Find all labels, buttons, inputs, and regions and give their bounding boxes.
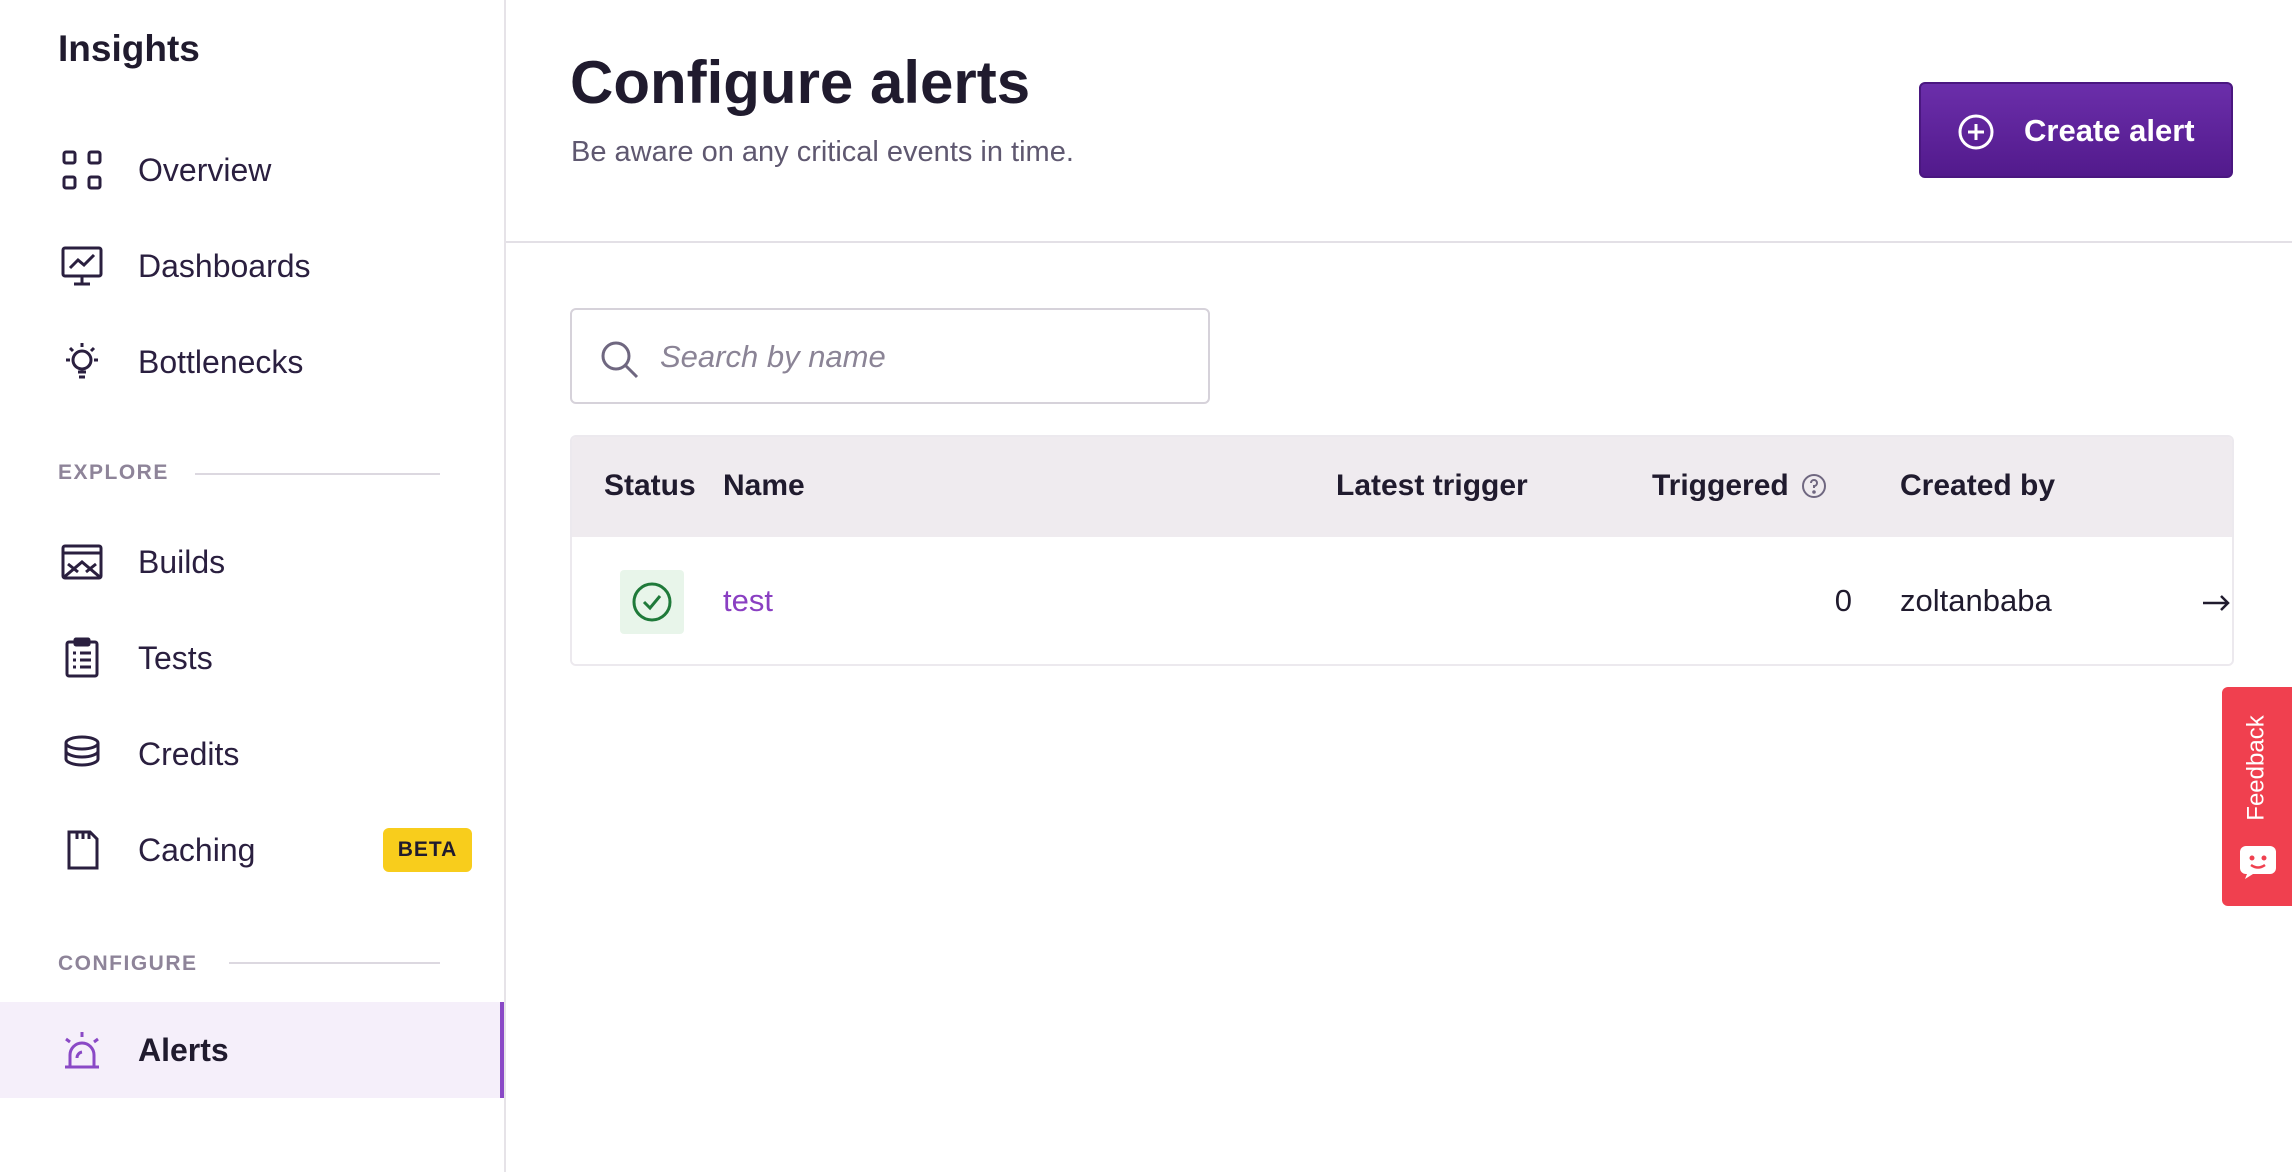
sidebar-item-label: Alerts (138, 1031, 229, 1068)
column-header-created-by: Created by (1900, 469, 2056, 502)
sidebar-item-label: Builds (138, 543, 226, 580)
sidebar-item-label: Dashboards (138, 247, 311, 284)
sidebar-item-bottlenecks[interactable]: Bottlenecks (0, 314, 504, 410)
sd-card-icon (58, 826, 106, 874)
builds-icon (58, 538, 106, 586)
sidebar-item-alerts[interactable]: Alerts (0, 1002, 504, 1098)
alerts-table: Status Name Latest trigger Triggered Cre… (570, 435, 2234, 666)
create-alert-button[interactable]: Create alert (1919, 82, 2233, 178)
section-divider (229, 962, 440, 964)
sidebar-item-dashboards[interactable]: Dashboards (0, 218, 504, 314)
section-divider (195, 473, 440, 475)
column-header-name: Name (723, 469, 805, 502)
column-header-latest-trigger: Latest trigger (1336, 469, 1528, 502)
grid-icon (58, 146, 106, 194)
page-title: Configure alerts (570, 49, 1031, 116)
sidebar-item-label: Caching (138, 831, 256, 868)
chat-face-icon (2240, 846, 2276, 879)
triggered-count-cell: 0 (1834, 583, 1852, 618)
app-title: Insights (58, 28, 200, 69)
feedback-tab[interactable]: Feedback (2222, 687, 2292, 906)
siren-icon (58, 1026, 106, 1074)
create-alert-label: Create alert (2024, 113, 2195, 148)
search-icon (601, 341, 639, 379)
header-divider (506, 241, 2292, 243)
column-header-status: Status (604, 469, 696, 502)
sidebar-item-label: Tests (138, 639, 213, 676)
section-header-configure: CONFIGURE (58, 952, 198, 975)
column-header-triggered-label: Triggered (1652, 469, 1789, 502)
check-circle-icon (632, 582, 672, 622)
alert-name-link[interactable]: test (723, 583, 773, 619)
lightbulb-icon (58, 338, 106, 386)
sidebar: Insights Overview Dashboards Bottlenecks… (0, 0, 506, 1172)
plus-circle-icon (1958, 114, 1994, 150)
sidebar-item-label: Overview (138, 151, 272, 188)
coins-stack-icon (58, 730, 106, 778)
search-box (570, 308, 1210, 404)
chart-monitor-icon (58, 242, 106, 290)
page-subtitle: Be aware on any critical events in time. (571, 136, 1074, 168)
arrow-right-icon[interactable] (2200, 587, 2232, 619)
feedback-label-wrap: Feedback (2233, 699, 2281, 837)
sidebar-item-credits[interactable]: Credits (0, 706, 504, 802)
help-icon[interactable] (1801, 473, 1827, 499)
section-header-explore: EXPLORE (58, 461, 169, 484)
beta-badge: BETA (383, 828, 472, 872)
table-header: Status Name Latest trigger Triggered Cre… (572, 437, 2232, 537)
created-by-cell: zoltanbaba (1900, 583, 2052, 618)
feedback-label: Feedback (2243, 715, 2270, 821)
table-row[interactable]: test 0 zoltanbaba (572, 537, 2232, 664)
sidebar-item-overview[interactable]: Overview (0, 122, 504, 218)
status-badge (620, 570, 684, 634)
sidebar-item-tests[interactable]: Tests (0, 610, 504, 706)
sidebar-item-builds[interactable]: Builds (0, 514, 504, 610)
sidebar-item-label: Bottlenecks (138, 343, 304, 380)
search-input[interactable] (660, 330, 1180, 384)
sidebar-item-label: Credits (138, 735, 240, 772)
column-header-triggered: Triggered (1652, 469, 1827, 503)
clipboard-icon (58, 634, 106, 682)
